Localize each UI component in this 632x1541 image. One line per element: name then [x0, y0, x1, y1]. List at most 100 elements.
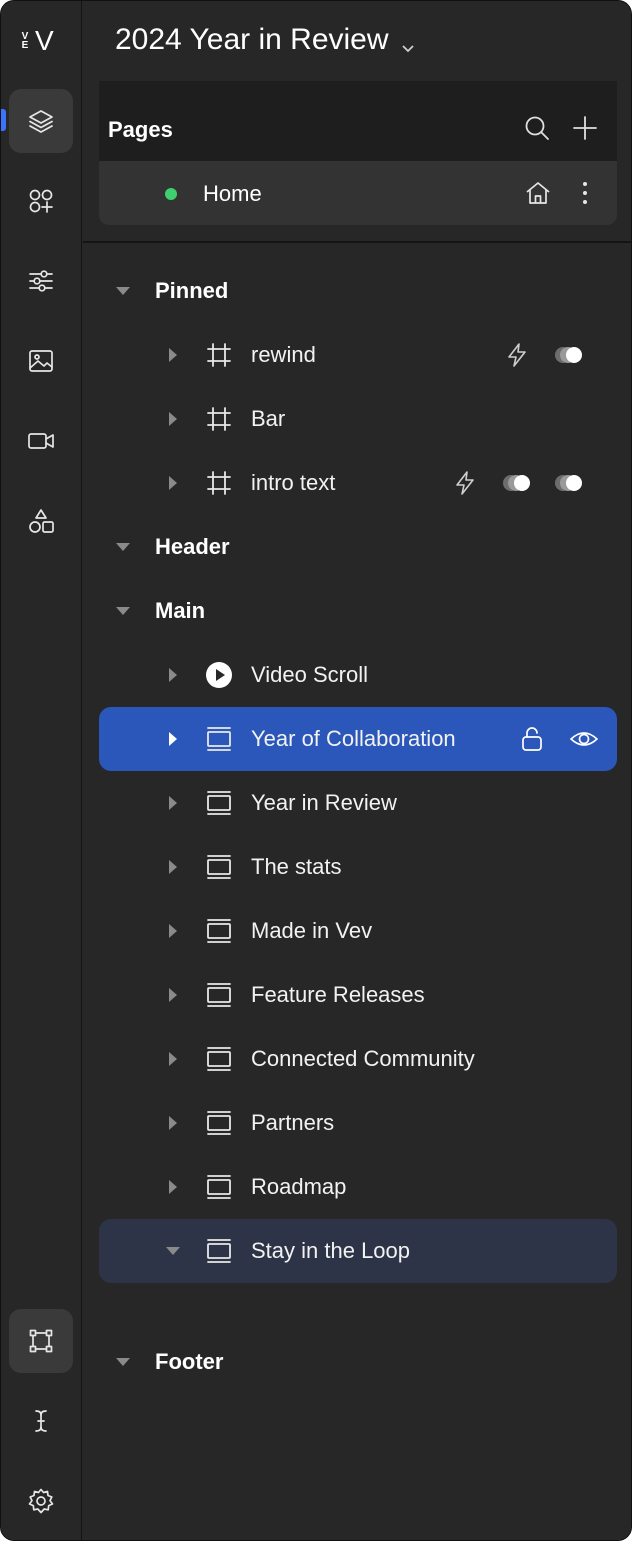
shapes-icon [29, 509, 54, 533]
section-icon [205, 981, 233, 1009]
section-label: Pinned [155, 278, 229, 303]
page-label-home: Home [203, 181, 262, 206]
animation-toggle-icon[interactable] [555, 345, 585, 365]
frame-icon [205, 469, 233, 497]
project-title: 2024 Year in Review [115, 23, 389, 56]
section-icon [205, 1173, 233, 1201]
caret-down-icon[interactable] [115, 603, 131, 619]
layers-tool-button[interactable] [9, 89, 73, 153]
search-icon[interactable] [523, 114, 551, 142]
layer-label: intro text [251, 470, 336, 495]
eye-icon[interactable] [569, 724, 599, 754]
section-label: Main [155, 598, 206, 623]
text-cursor-icon [35, 1410, 47, 1432]
layer-label: Year of Collaboration [251, 726, 456, 751]
add-element-icon [29, 189, 53, 213]
page-item-home[interactable]: Home [99, 161, 617, 225]
caret-down-icon[interactable] [115, 283, 131, 299]
settings-icon [28, 1488, 54, 1514]
image-icon [29, 350, 53, 372]
layer-label: Bar [251, 406, 286, 431]
layer-row[interactable]: Roadmap [99, 1155, 617, 1219]
layer-row[interactable]: rewind [99, 323, 617, 387]
section-icon [205, 789, 233, 817]
layer-row[interactable]: Year in Review [99, 771, 617, 835]
frame-icon [205, 341, 233, 369]
logo-small-letters: V E [21, 31, 29, 51]
left-tool-rail: V E V [1, 1, 82, 1540]
layers-panel: 2024 Year in Review Pages Home Pinned re… [83, 1, 631, 1540]
unlock-icon[interactable] [517, 724, 547, 754]
home-icon[interactable] [523, 178, 553, 208]
caret-down-icon[interactable] [165, 1243, 181, 1259]
pages-label: Pages [108, 117, 173, 142]
layer-label: Connected Community [251, 1046, 475, 1071]
caret-right-icon[interactable] [165, 731, 181, 747]
play-icon [205, 661, 233, 689]
layer-label: rewind [251, 342, 316, 367]
layer-row[interactable]: The stats [99, 835, 617, 899]
layer-row[interactable]: Feature Releases [99, 963, 617, 1027]
animation-toggle-icon[interactable] [555, 473, 585, 493]
image-tool-button[interactable] [9, 329, 73, 393]
section-header[interactable]: Header [99, 515, 617, 579]
caret-right-icon[interactable] [165, 1051, 181, 1067]
caret-right-icon[interactable] [165, 667, 181, 683]
interaction-bolt-icon[interactable] [504, 342, 530, 368]
section-icon [205, 1109, 233, 1137]
layer-label: Roadmap [251, 1174, 347, 1199]
caret-down-icon[interactable] [115, 1354, 131, 1370]
divider [83, 241, 631, 243]
layer-label: Made in Vev [251, 918, 373, 943]
video-tool-button[interactable] [9, 409, 73, 473]
section-icon [205, 725, 233, 753]
caret-right-icon[interactable] [165, 347, 181, 363]
section-label: Footer [155, 1349, 224, 1374]
status-dot [165, 188, 177, 200]
section-pinned[interactable]: Pinned [99, 259, 617, 323]
animation-toggle-icon[interactable] [503, 473, 533, 493]
layer-row-selected[interactable]: Year of Collaboration [99, 707, 617, 771]
video-icon [28, 433, 54, 449]
add-page-icon[interactable] [571, 114, 599, 142]
section-label: Header [155, 534, 230, 559]
layer-row-hovered[interactable]: Stay in the Loop [99, 1219, 617, 1283]
caret-down-icon[interactable] [115, 539, 131, 555]
layer-row[interactable]: Partners [99, 1091, 617, 1155]
settings-tool-button[interactable] [9, 1469, 73, 1533]
frame-select-tool-button[interactable] [9, 1309, 73, 1373]
layer-label: Year in Review [251, 790, 397, 815]
caret-right-icon[interactable] [165, 475, 181, 491]
caret-right-icon[interactable] [165, 1179, 181, 1195]
frame-select-icon [29, 1329, 53, 1353]
caret-right-icon[interactable] [165, 1115, 181, 1131]
frame-icon [205, 405, 233, 433]
layer-label: Stay in the Loop [251, 1238, 411, 1263]
more-options-icon[interactable] [577, 179, 593, 207]
section-main[interactable]: Main [99, 579, 617, 643]
caret-right-icon[interactable] [165, 987, 181, 1003]
layer-row[interactable]: Video Scroll [99, 643, 617, 707]
layers-panel-window: V E V 2024 Year in Review Pages Home Pin… [0, 0, 632, 1541]
section-icon [205, 1045, 233, 1073]
add-element-tool-button[interactable] [9, 169, 73, 233]
caret-right-icon[interactable] [165, 795, 181, 811]
project-title-dropdown[interactable]: 2024 Year in Review [115, 23, 417, 57]
layer-row[interactable]: Bar [99, 387, 617, 451]
section-icon [205, 1237, 233, 1265]
shapes-tool-button[interactable] [9, 489, 73, 553]
caret-right-icon[interactable] [165, 411, 181, 427]
layer-row[interactable]: Connected Community [99, 1027, 617, 1091]
text-cursor-tool-button[interactable] [9, 1389, 73, 1453]
section-footer[interactable]: Footer [99, 1330, 617, 1394]
adjustments-tool-button[interactable] [9, 249, 73, 313]
layers-icon [29, 110, 53, 133]
adjustments-icon [29, 270, 53, 292]
interaction-bolt-icon[interactable] [452, 470, 478, 496]
section-icon [205, 853, 233, 881]
layer-row[interactable]: Made in Vev [99, 899, 617, 963]
caret-right-icon[interactable] [165, 859, 181, 875]
layer-row[interactable]: intro text [99, 451, 617, 515]
layer-label: Partners [251, 1110, 335, 1135]
caret-right-icon[interactable] [165, 923, 181, 939]
